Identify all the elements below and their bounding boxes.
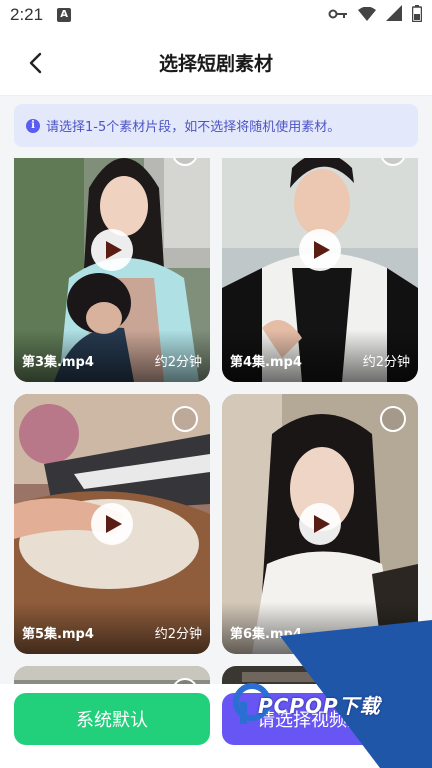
notice-text: 请选择1-5个素材片段，如不选择将随机使用素材。 xyxy=(46,120,341,135)
info-icon: i xyxy=(26,118,40,133)
info-notice: i 请选择1-5个素材片段，如不选择将随机使用素材。 xyxy=(14,104,418,147)
play-icon xyxy=(106,241,122,259)
wifi-icon xyxy=(358,6,376,25)
clip-footer: 第5集.mp4 约2分钟 xyxy=(14,602,210,654)
play-icon xyxy=(314,515,330,533)
clip-title: 第5集.mp4 xyxy=(22,627,94,642)
clip-card[interactable]: 第3集.mp4 约2分钟 xyxy=(14,158,210,382)
select-checkbox[interactable] xyxy=(172,406,198,432)
clip-title: 第3集.mp4 xyxy=(22,355,94,370)
clip-duration: 约2分钟 xyxy=(362,355,410,370)
select-checkbox[interactable] xyxy=(380,406,406,432)
system-default-button[interactable]: 系统默认 xyxy=(14,693,210,745)
clip-grid: 第3集.mp4 约2分钟 第4集.mp4 约2分钟 第5集.mp4 约2分钟 第… xyxy=(0,158,432,684)
clip-title: 第6集.mp4 xyxy=(230,627,302,642)
clip-title: 第4集.mp4 xyxy=(230,355,302,370)
vpn-key-icon xyxy=(328,6,348,25)
status-icons xyxy=(328,4,423,26)
signal-icon xyxy=(386,5,402,25)
back-button[interactable] xyxy=(18,46,52,80)
watermark-text: PCPOP下载 xyxy=(258,694,381,718)
clip-footer: 第3集.mp4 约2分钟 xyxy=(14,330,210,382)
clip-card[interactable]: 第4集.mp4 约2分钟 xyxy=(222,158,418,382)
play-button[interactable] xyxy=(299,503,341,545)
status-bar: 2:21 A xyxy=(0,0,432,30)
clip-card[interactable]: 第6集.mp4 约2分钟 xyxy=(222,394,418,654)
clip-card[interactable] xyxy=(222,666,418,684)
battery-icon xyxy=(411,4,423,26)
clip-card[interactable] xyxy=(14,666,210,684)
clip-card[interactable]: 第5集.mp4 约2分钟 xyxy=(14,394,210,654)
clip-footer: 第6集.mp4 约2分钟 xyxy=(222,602,418,654)
nav-bar: 选择短剧素材 xyxy=(0,30,432,96)
clip-duration: 约2分钟 xyxy=(362,627,410,642)
page-title: 选择短剧素材 xyxy=(158,53,273,75)
notification-a-icon: A xyxy=(57,8,72,22)
play-button[interactable] xyxy=(299,229,341,271)
play-button[interactable] xyxy=(91,229,133,271)
play-icon xyxy=(106,515,122,533)
status-time: 2:21 xyxy=(10,5,44,24)
play-button[interactable] xyxy=(91,503,133,545)
clip-footer: 第4集.mp4 约2分钟 xyxy=(222,330,418,382)
clip-duration: 约2分钟 xyxy=(154,355,202,370)
chevron-left-icon xyxy=(29,52,42,74)
clip-duration: 约2分钟 xyxy=(154,627,202,642)
play-icon xyxy=(314,241,330,259)
